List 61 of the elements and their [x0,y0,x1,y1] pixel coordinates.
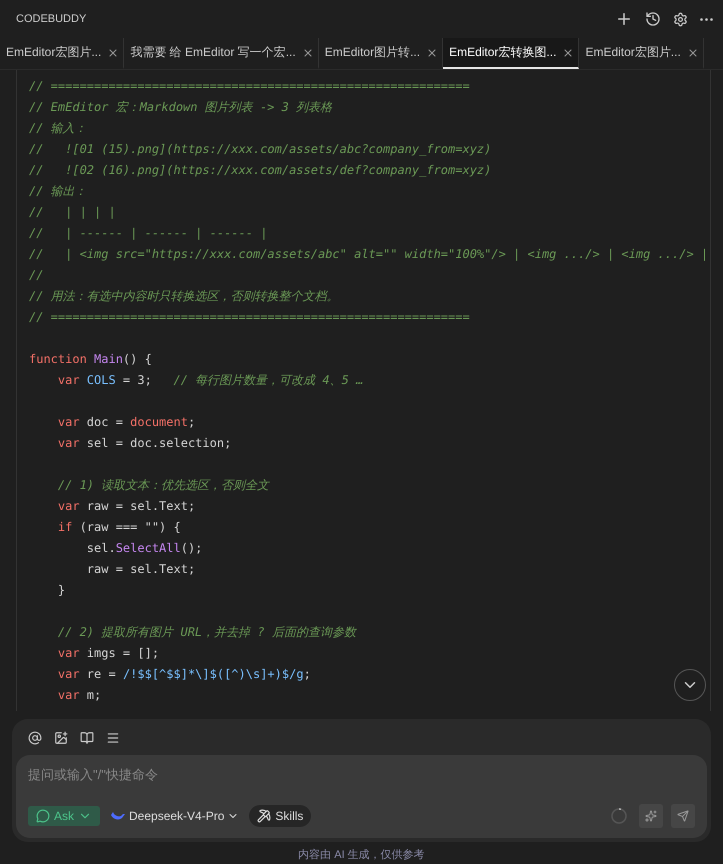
history-icon [645,11,661,27]
model-dropdown[interactable]: Deepseek-V4-Pro [108,809,242,823]
code-line: var imgs = []; [56,645,160,662]
menu-icon [106,731,120,745]
pickaxe-icon [257,809,272,823]
sparkle-icon [645,809,657,823]
chat-tab[interactable]: EmEditor宏转换图... [443,38,580,69]
at-sign-icon [28,731,42,745]
plus-icon [615,10,633,28]
chat-bubble-icon [36,809,50,823]
send-button[interactable] [671,804,695,828]
panel-title: CODEBUDDY [16,13,86,25]
settings-icon [673,12,688,26]
code-line: // EmEditor 宏：Markdown 图片列表 -> 3 列表格 [29,99,334,116]
image-button[interactable] [52,729,70,747]
whale-icon [110,810,126,822]
code-line: // [29,267,44,284]
image-icon [54,731,68,745]
close-icon[interactable] [302,46,314,58]
chat-tab[interactable]: EmEditor宏图片... [0,38,124,69]
code-line: // | ------ | ------ | ------ | [29,225,268,242]
code-line: // 输出： [29,183,88,200]
more-button[interactable] [698,16,715,22]
code-line: raw = sel.Text; [86,561,196,578]
code-line: var doc = document; [56,414,196,431]
close-icon[interactable] [562,46,574,58]
code-line: // ![01 (15).png](https://xxx.com/assets/abc?company_from=xyz) [29,141,492,158]
code-line: // 输入： [29,120,88,137]
code-line: // ![02 (16).png](https://xxx.com/assets/def?company_from=xyz) [29,162,492,179]
code-line: // 2) 提取所有图片 URL，并去掉 ? 后面的查询参数 [56,624,358,641]
close-icon[interactable] [686,46,699,58]
code-line: // ========================================================== [29,78,471,95]
chat-tab[interactable]: EmEditor宏图片... [579,38,704,69]
code-line: sel.SelectAll(); [86,540,204,557]
mention-button[interactable] [26,729,44,747]
code-line: var sel = doc.selection; [56,435,232,452]
code-line: if (raw === "") { [56,519,182,536]
code-line: var COLS = 3; // 每行图片数量，可改成 4、5 … [56,372,364,389]
code-line: // 1) 读取文本：优先选区，否则全文 [56,477,271,494]
close-icon[interactable] [426,46,438,58]
code-line: } [56,582,66,599]
chat-tab[interactable]: 我需要 给 EmEditor 写一个宏... [124,38,319,69]
code-line: // ========================================================== [29,309,471,326]
settings-button[interactable] [671,10,690,28]
code-line: var raw = sel.Text; [56,498,196,515]
code-line: function Main() { [29,351,153,368]
prompt-input-field[interactable]: 提问或输入"/"快捷命令 [28,767,695,782]
code-line: var re = /!$$[^$$]*\]$([^)\s]+)$/g; [56,666,312,683]
code-line: // | <img src="https://xxx.com/assets/abc" alt="" width="100%"/> | <img .../> | <img .../> | [29,246,710,263]
skills-button[interactable]: Skills [249,805,312,827]
close-icon[interactable] [107,46,120,58]
send-icon [677,809,689,823]
mode-dropdown[interactable]: Ask [28,806,100,826]
code-line: // | | | | [29,204,117,221]
code-line: // 用法：有选中内容时只转换选区，否则转换整个文档。 [29,288,340,305]
enhance-button[interactable] [639,804,663,828]
more-icon [700,18,713,20]
book-icon [80,731,94,745]
loading-spinner-icon [611,808,627,824]
code-line: var m; [56,687,102,704]
disclaimer-text: 内容由 AI 生成，仅供参考 [297,848,426,863]
